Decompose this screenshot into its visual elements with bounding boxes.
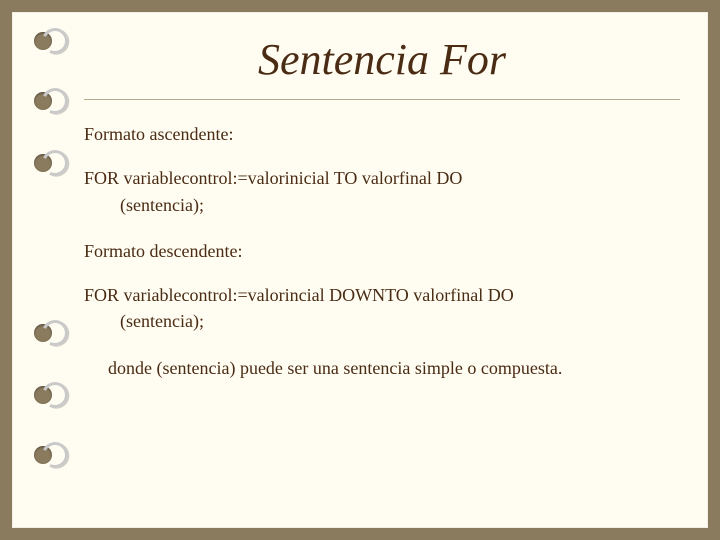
binding-ring-icon [38, 84, 71, 117]
descending-syntax-line: FOR variablecontrol:=valorincial DOWNTO … [84, 283, 680, 307]
ascending-syntax-line: FOR variablecontrol:=valorinicial TO val… [84, 166, 680, 190]
binding-ring-icon [38, 146, 71, 179]
slide-title: Sentencia For [84, 34, 680, 85]
binding-ring-icon [38, 378, 71, 411]
slide-content: Sentencia For Formato ascendente: FOR va… [84, 12, 680, 528]
paper-sheet: Sentencia For Formato ascendente: FOR va… [12, 12, 708, 528]
descending-label: Formato descendente: [84, 239, 680, 263]
slide-frame: Sentencia For Formato ascendente: FOR va… [0, 0, 720, 540]
note-line: donde (sentencia) puede ser una sentenci… [108, 356, 680, 380]
ascending-label: Formato ascendente: [84, 122, 680, 146]
binding-ring-icon [38, 438, 71, 471]
descending-body-line: (sentencia); [120, 309, 680, 333]
binding-ring-icon [38, 316, 71, 349]
ascending-body-line: (sentencia); [120, 193, 680, 217]
body-text: Formato ascendente: FOR variablecontrol:… [84, 122, 680, 380]
spiral-binding [12, 12, 68, 528]
title-divider [84, 99, 680, 100]
binding-ring-icon [38, 24, 71, 57]
